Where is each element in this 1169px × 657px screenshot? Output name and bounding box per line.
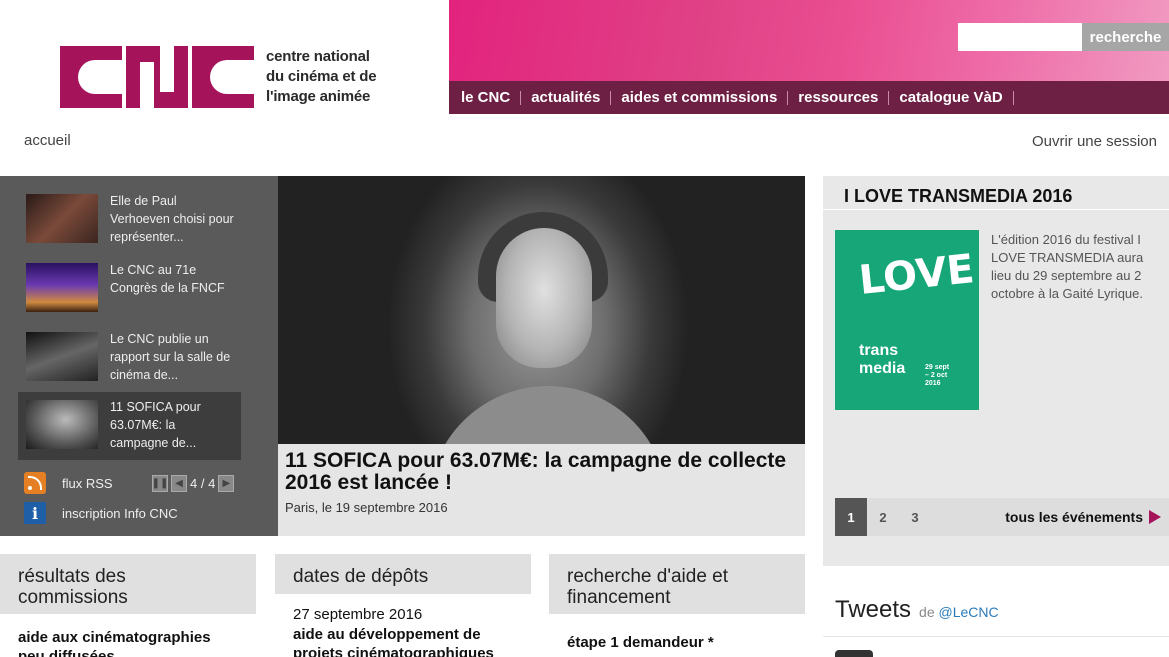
news-item-text: Le CNC au 71e Congrès de la FNCF [110, 263, 225, 295]
next-icon[interactable]: ▶ [218, 475, 235, 492]
nav-item-aides[interactable]: aides et commissions [611, 90, 789, 105]
cnc-logo-mark [60, 46, 258, 108]
recherche-title[interactable]: recherche d'aide et financement [549, 554, 805, 614]
rss-link[interactable]: flux RSS [24, 472, 113, 494]
event-image-love: LOVE [856, 246, 977, 304]
event-image-transmedia: trans media [859, 342, 905, 378]
news-item-active[interactable]: 11 SOFICA pour 63.07M€: la campagne de..… [18, 392, 241, 460]
nav-item-ressources[interactable]: ressources [788, 90, 890, 105]
event-image-media: media [859, 360, 906, 377]
all-events-link[interactable]: tous les événements [1005, 509, 1161, 525]
event-image-dates: 29 sept – 2 oct 2016 [925, 364, 950, 387]
news-item-text: Elle de Paul Verhoeven choisi pour repré… [110, 194, 234, 244]
nav-item-catalogue[interactable]: catalogue VàD [889, 90, 1014, 105]
nav-item-le-cnc[interactable]: le CNC [451, 90, 522, 105]
page-1[interactable]: 1 [835, 498, 867, 536]
header-banner: recherche le CNC actualités aides et com… [449, 0, 1169, 114]
depots-item[interactable]: aide au développement de projets cinémat… [293, 625, 513, 657]
info-icon: i [24, 502, 46, 524]
hero-slide[interactable]: 11 SOFICA pour 63.07M€: la campagne de c… [278, 176, 805, 536]
page-2[interactable]: 2 [867, 498, 899, 536]
rss-label: flux RSS [62, 475, 113, 491]
news-item-text: 11 SOFICA pour 63.07M€: la campagne de..… [110, 400, 201, 450]
logo-line: l'image animée [266, 88, 371, 105]
logo-text: centre national du cinéma et de l'image … [266, 47, 377, 107]
news-item[interactable]: Elle de Paul Verhoeven choisi pour repré… [18, 192, 241, 260]
depots-box: dates de dépôts 27 septembre 2016 aide a… [275, 554, 531, 657]
news-thumbnail [26, 194, 98, 243]
news-thumbnail [26, 400, 98, 449]
logo-line: du cinéma et de [266, 68, 377, 85]
news-item-text: Le CNC publie un rapport sur la salle de… [110, 332, 231, 382]
nav-item-actualites[interactable]: actualités [521, 90, 612, 105]
main-nav: le CNC actualités aides et commissions r… [449, 81, 1169, 114]
prev-icon[interactable]: ◀ [171, 475, 187, 492]
page-3[interactable]: 3 [899, 498, 931, 536]
hero-date: Paris, le 19 septembre 2016 [285, 500, 448, 515]
event-image-trans: trans [859, 342, 899, 359]
pause-icon[interactable]: ❚❚ [152, 475, 168, 492]
recherche-step: étape 1 demandeur * [567, 634, 714, 651]
news-item[interactable]: Le CNC au 71e Congrès de la FNCF [18, 261, 241, 329]
login-link[interactable]: Ouvrir une session [1032, 133, 1157, 150]
depots-title[interactable]: dates de dépôts [275, 554, 531, 594]
arrow-right-icon [1149, 510, 1161, 524]
commissions-title[interactable]: résultats des commissions [0, 554, 256, 614]
news-item[interactable]: Le CNC publie un rapport sur la salle de… [18, 330, 241, 398]
recherche-box: recherche d'aide et financement étape 1 … [549, 554, 805, 657]
hero-image [278, 176, 805, 506]
news-thumbnail [26, 263, 98, 312]
commissions-box: résultats des commissions aide aux ciném… [0, 554, 256, 657]
logo-letter-c [192, 46, 258, 108]
news-thumbnail [26, 332, 98, 381]
info-cnc-link[interactable]: i inscription Info CNC [24, 502, 178, 524]
news-pager: ❚❚ ◀ 4 / 4 ▶ [152, 475, 235, 492]
divider [823, 209, 1169, 210]
tweets-title: Tweets [835, 596, 912, 623]
hero-title[interactable]: 11 SOFICA pour 63.07M€: la campagne de c… [285, 450, 798, 494]
tweets-header: Tweets de @LeCNC [835, 596, 999, 624]
avatar [835, 650, 873, 657]
rss-icon [24, 472, 46, 494]
info-label: inscription Info CNC [62, 505, 178, 521]
divider [823, 636, 1169, 637]
tweets-prefix: de [919, 604, 935, 620]
pager-count: 4 / 4 [190, 476, 216, 491]
event-description: L'édition 2016 du festival I LOVE TRANSM… [991, 232, 1144, 301]
search-input[interactable] [958, 23, 1082, 51]
event-title[interactable]: I LOVE TRANSMEDIA 2016 [844, 186, 1072, 207]
logo-letter-c [60, 46, 126, 108]
logo-letter-n [126, 46, 188, 108]
tweets-handle-link[interactable]: @LeCNC [939, 604, 999, 620]
depots-date: 27 septembre 2016 [293, 606, 423, 623]
breadcrumb[interactable]: accueil [24, 132, 71, 149]
tweets-byline: de @LeCNC [919, 604, 999, 620]
commissions-item[interactable]: aide aux cinématographies peu diffusées [18, 628, 238, 657]
logo-line: centre national [266, 48, 370, 65]
event-image[interactable]: LOVE trans media 29 sept – 2 oct 2016 [835, 230, 979, 410]
cnc-logo[interactable]: centre national du cinéma et de l'image … [60, 46, 377, 108]
event-pager: 1 2 3 tous les événements [835, 498, 1169, 536]
search-button[interactable]: recherche [1082, 23, 1169, 51]
hero-caption: 11 SOFICA pour 63.07M€: la campagne de c… [278, 444, 805, 536]
all-events-label: tous les événements [1005, 509, 1143, 525]
event-box: I LOVE TRANSMEDIA 2016 LOVE trans media … [823, 176, 1169, 566]
header-logo-area: centre national du cinéma et de l'image … [0, 0, 449, 114]
